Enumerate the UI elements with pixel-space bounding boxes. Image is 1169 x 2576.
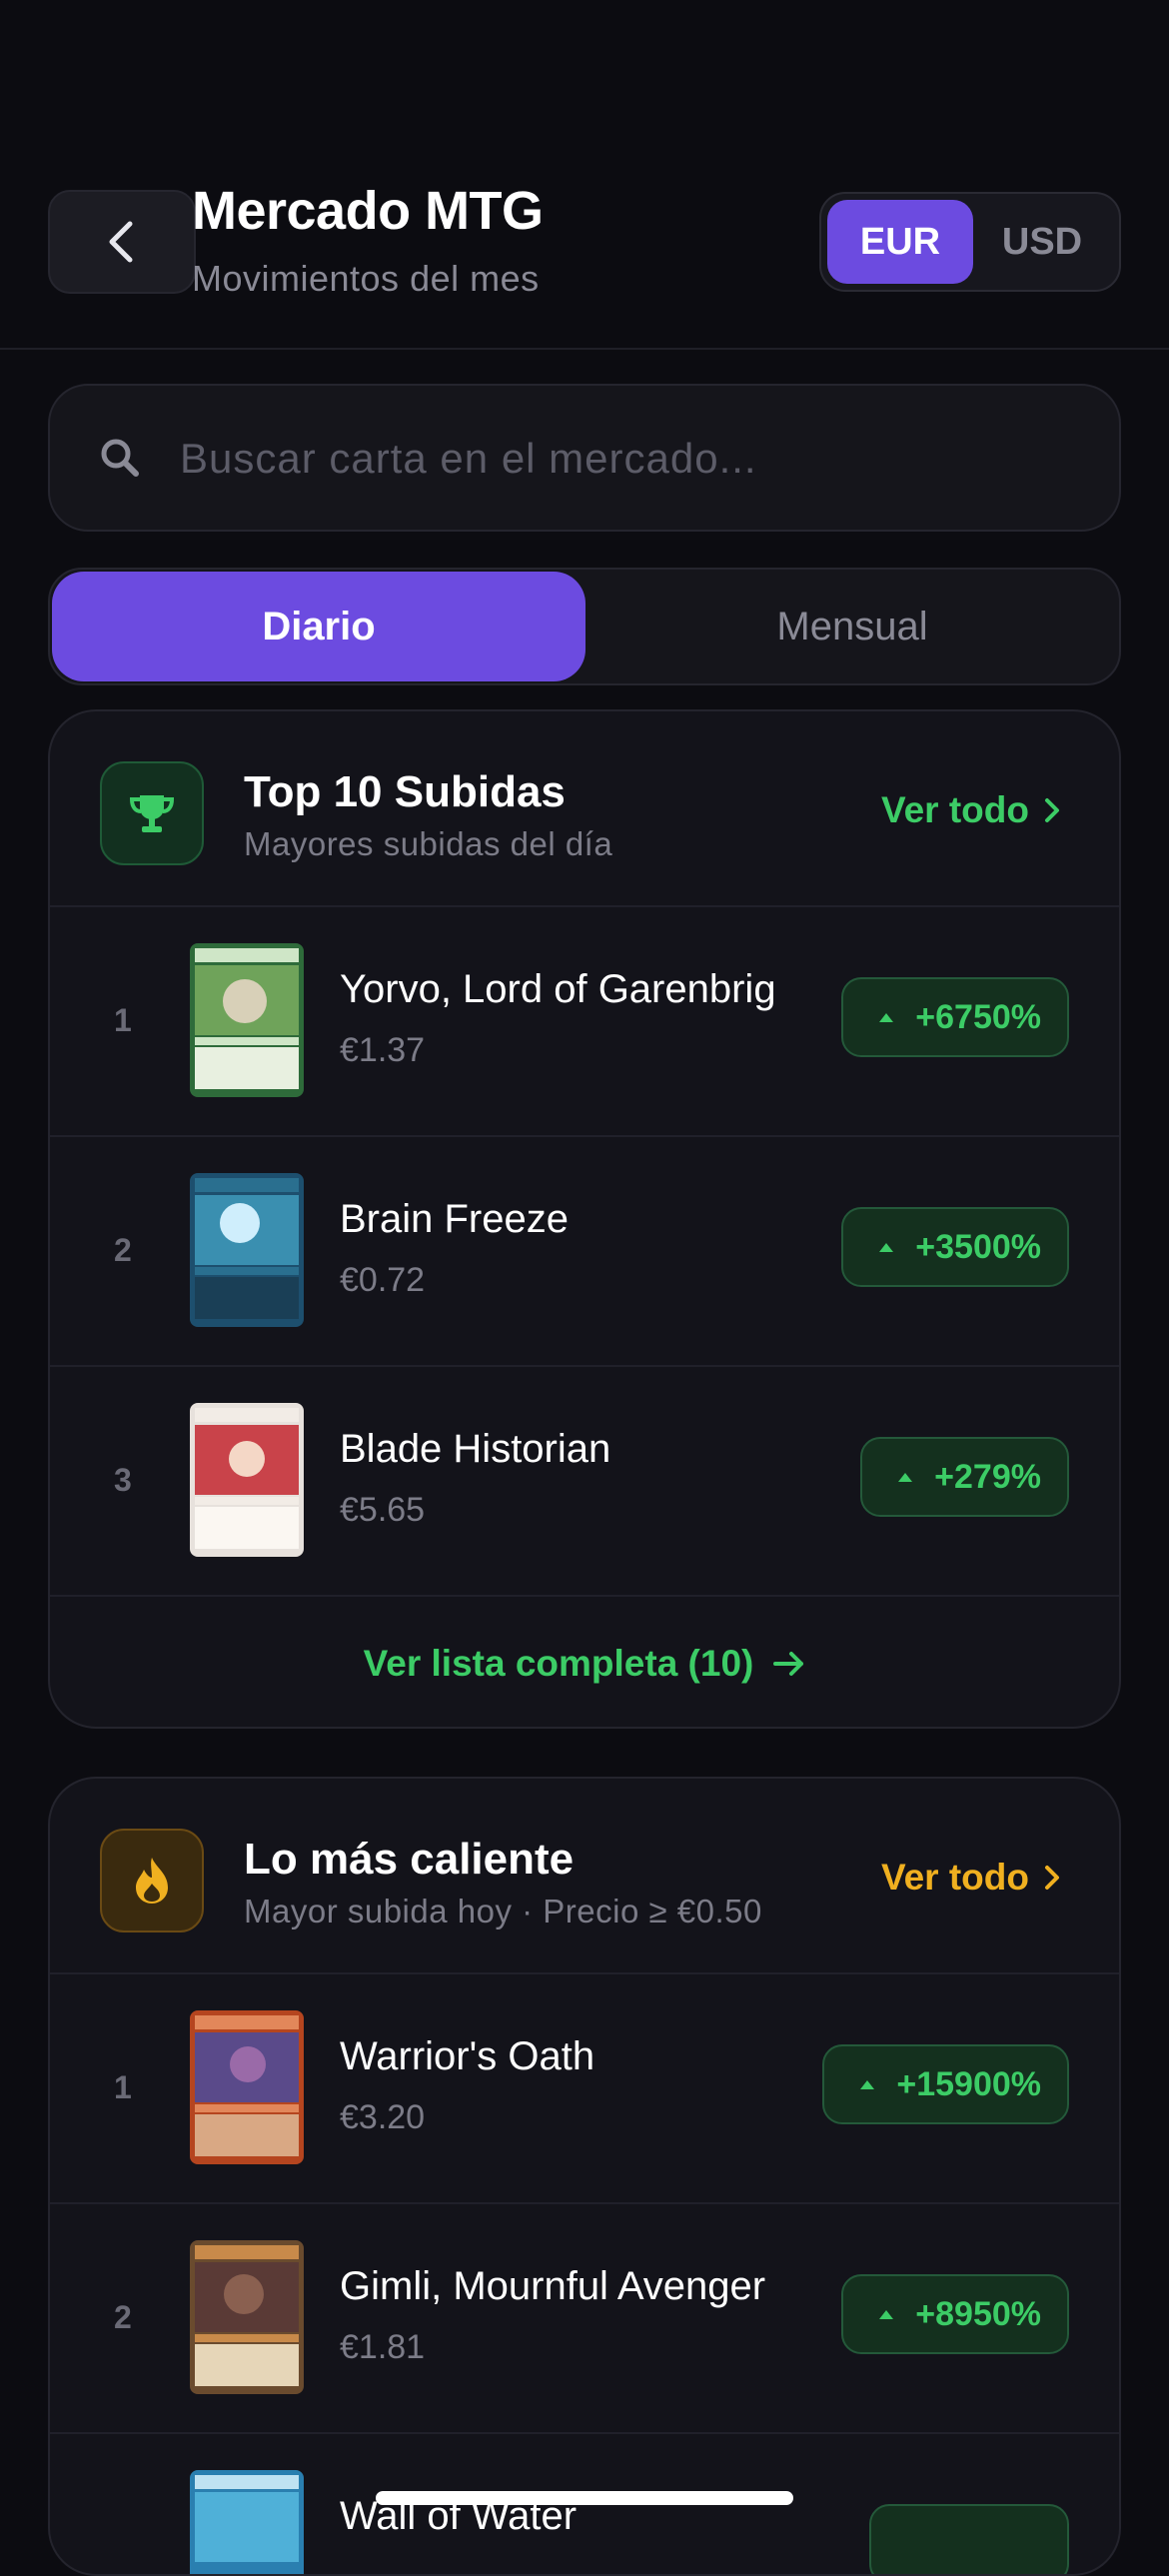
card-image bbox=[190, 1173, 304, 1327]
card-header: Top 10 Subidas Mayores subidas del día V… bbox=[50, 711, 1119, 907]
home-indicator[interactable] bbox=[376, 2491, 793, 2505]
page-subtitle: Movimientos del mes bbox=[192, 258, 540, 299]
card-name: Blade Historian bbox=[340, 1427, 611, 1471]
hottest-card: Lo más caliente Mayor subida hoy · Preci… bbox=[48, 1777, 1121, 2576]
search-bar bbox=[48, 384, 1121, 532]
chevron-right-icon bbox=[1045, 798, 1059, 822]
rank-number: 1 bbox=[114, 2068, 132, 2105]
change-value: +279% bbox=[934, 1457, 1041, 1496]
rank-number: 2 bbox=[114, 2298, 132, 2335]
card-image bbox=[190, 1403, 304, 1557]
app-header: Mercado MTG Movimientos del mes EUR USD bbox=[0, 0, 1169, 350]
list-item[interactable]: 2 Gimli, Mournful Avenger €1.81 +8950% bbox=[50, 2202, 1119, 2434]
list-item[interactable]: 3 Blade Historian €5.65 +279% bbox=[50, 1365, 1119, 1597]
section-title: Lo más caliente bbox=[244, 1835, 575, 1884]
section-subtitle: Mayores subidas del día bbox=[244, 825, 613, 862]
full-list-link[interactable]: Ver lista completa (10) bbox=[50, 1599, 1119, 1727]
page-title: Mercado MTG bbox=[192, 181, 544, 241]
change-value: +8950% bbox=[915, 2294, 1041, 2333]
change-value: +6750% bbox=[915, 997, 1041, 1036]
view-all-link[interactable]: Ver todo bbox=[881, 789, 1061, 831]
change-badge: +279% bbox=[860, 1437, 1069, 1517]
card-price: €1.37 bbox=[340, 1031, 426, 1069]
flame-icon bbox=[100, 1829, 204, 1932]
view-all-label: Ver todo bbox=[880, 1857, 1029, 1898]
arrow-up-icon bbox=[879, 2309, 894, 2319]
card-price: €3.20 bbox=[340, 2098, 426, 2136]
full-list-label: Ver lista completa (10) bbox=[363, 1643, 754, 1684]
rank-number: 1 bbox=[114, 1001, 132, 1038]
list-item[interactable]: 2 Brain Freeze €0.72 +3500% bbox=[50, 1135, 1119, 1367]
currency-eur-button[interactable]: EUR bbox=[827, 200, 973, 284]
section-subtitle: Mayor subida hoy · Precio ≥ €0.50 bbox=[244, 1893, 762, 1930]
tab-mensual[interactable]: Mensual bbox=[585, 572, 1119, 681]
change-badge: +8950% bbox=[841, 2274, 1069, 2354]
arrow-up-icon bbox=[879, 1242, 894, 1252]
list-item[interactable]: 1 Warrior's Oath €3.20 +15900% bbox=[50, 1972, 1119, 2204]
trophy-icon bbox=[100, 761, 204, 865]
change-badge: +3500% bbox=[841, 1207, 1069, 1287]
card-name: Gimli, Mournful Avenger bbox=[340, 2264, 766, 2308]
change-badge bbox=[869, 2504, 1069, 2574]
card-name: Warrior's Oath bbox=[340, 2034, 595, 2078]
change-value: +15900% bbox=[896, 2064, 1041, 2103]
card-price: €5.65 bbox=[340, 1491, 426, 1529]
period-tabs: Diario Mensual bbox=[48, 568, 1121, 685]
arrow-up-icon bbox=[898, 1472, 913, 1482]
back-button[interactable] bbox=[48, 190, 196, 294]
card-name: Yorvo, Lord of Garenbrig bbox=[340, 967, 776, 1011]
chevron-left-icon bbox=[109, 221, 133, 263]
list-item[interactable]: 1 Yorvo, Lord of Garenbrig €1.37 +6750% bbox=[50, 905, 1119, 1137]
change-badge: +6750% bbox=[841, 977, 1069, 1057]
card-price: €1.81 bbox=[340, 2328, 426, 2366]
card-price: €0.72 bbox=[340, 1261, 426, 1299]
search-input[interactable] bbox=[178, 418, 1061, 500]
top-gainers-card: Top 10 Subidas Mayores subidas del día V… bbox=[48, 709, 1121, 1729]
currency-usd-button[interactable]: USD bbox=[969, 200, 1115, 284]
view-all-label: Ver todo bbox=[880, 789, 1029, 830]
search-icon bbox=[101, 439, 139, 477]
card-image bbox=[190, 2240, 304, 2394]
change-badge: +15900% bbox=[822, 2044, 1069, 2124]
card-image bbox=[190, 2010, 304, 2164]
card-image bbox=[190, 943, 304, 1097]
arrow-right-icon bbox=[773, 1652, 804, 1676]
change-value: +3500% bbox=[915, 1227, 1041, 1266]
view-all-link[interactable]: Ver todo bbox=[881, 1857, 1061, 1899]
rank-number: 2 bbox=[114, 1231, 132, 1268]
card-image bbox=[190, 2470, 304, 2574]
card-header: Lo más caliente Mayor subida hoy · Preci… bbox=[50, 1779, 1119, 1974]
rank-number: 3 bbox=[114, 1461, 132, 1498]
tab-diario[interactable]: Diario bbox=[52, 572, 585, 681]
card-name: Brain Freeze bbox=[340, 1197, 569, 1241]
arrow-up-icon bbox=[879, 1012, 894, 1022]
section-title: Top 10 Subidas bbox=[244, 767, 566, 816]
arrow-up-icon bbox=[860, 2079, 875, 2089]
currency-toggle: EUR USD bbox=[819, 192, 1121, 292]
chevron-right-icon bbox=[1045, 1866, 1059, 1890]
